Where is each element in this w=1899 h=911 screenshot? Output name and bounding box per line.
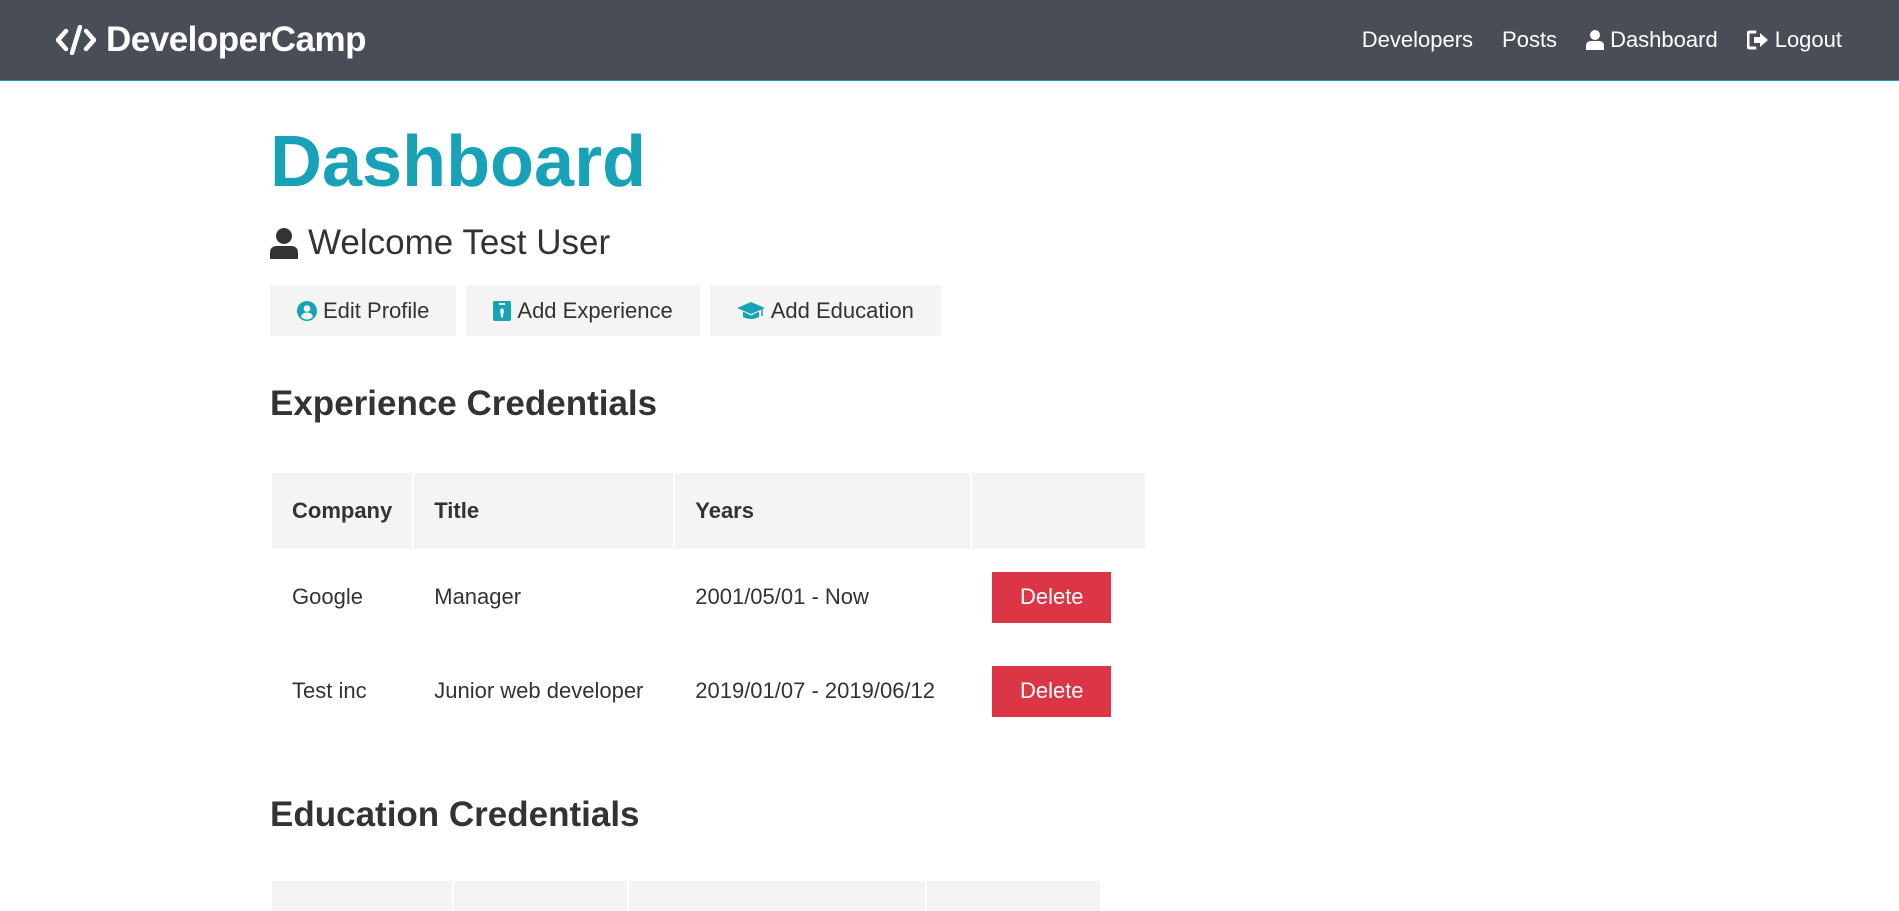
cell-title: Manager: [434, 584, 522, 609]
cell-company: Google: [292, 584, 363, 609]
brand-name: DeveloperCamp: [106, 20, 366, 59]
cell-action: Delete: [972, 645, 1145, 737]
column-header-title: Title: [414, 473, 674, 549]
user-icon: [1586, 30, 1605, 50]
welcome-message: Welcome Test User: [270, 223, 1470, 263]
code-icon: [56, 25, 96, 55]
column-header-years: Years: [675, 473, 971, 549]
nav-link-label: Developers: [1361, 27, 1474, 52]
button-label: Edit Profile: [323, 297, 430, 323]
nav-link-developers[interactable]: Developers: [1362, 27, 1473, 53]
nav-link-label: Posts: [1502, 27, 1558, 52]
table-row: Test inc Junior web developer 2019/01/07…: [272, 645, 1145, 737]
dashboard-actions: Edit Profile Add Experience Add Educatio…: [270, 285, 1470, 336]
column-header-company: Company: [272, 473, 413, 549]
cell-years: 2001/05/01 - Now: [695, 584, 869, 609]
nav-link-label: Dashboard: [1610, 27, 1718, 52]
experience-table: Company Title Years Google Manager 2001/…: [270, 471, 1147, 739]
page-title: Dashboard: [270, 122, 647, 202]
sign-out-icon: [1746, 30, 1769, 50]
delete-button[interactable]: Delete: [992, 665, 1112, 717]
education-table: [272, 881, 1470, 911]
table-row: Google Manager 2001/05/01 - Now Delete: [272, 551, 1145, 643]
cell-title: Junior web developer: [434, 678, 644, 703]
cell-years: 2019/01/07 - 2019/06/12: [695, 678, 936, 703]
column-header-cell: [629, 881, 925, 911]
edit-profile-button[interactable]: Edit Profile: [270, 285, 457, 336]
button-label: Add Experience: [517, 297, 673, 323]
navbar: DeveloperCamp Developers Posts Dashboard: [0, 0, 1899, 81]
graduation-cap-icon: [736, 301, 765, 321]
cell-action: Delete: [972, 551, 1145, 643]
column-header-actions: [972, 473, 1146, 549]
user-icon: [270, 227, 298, 259]
add-education-button[interactable]: Add Education: [709, 285, 941, 336]
table-header-row: Company Title Years: [272, 473, 1146, 549]
nav-links: Developers Posts Dashboard Logout: [1362, 27, 1842, 53]
welcome-text: Welcome Test User: [308, 223, 611, 262]
brand-link[interactable]: DeveloperCamp: [56, 20, 366, 60]
column-header-cell: [454, 881, 627, 911]
nav-link-logout[interactable]: Logout: [1746, 27, 1842, 53]
column-header-cell: [272, 881, 452, 911]
id-badge-icon: [493, 300, 512, 321]
nav-link-label: Logout: [1774, 27, 1842, 52]
main-content: Dashboard Welcome Test User Edit Profile: [270, 81, 1470, 911]
column-header-cell: [927, 881, 1100, 911]
cell-company: Test inc: [292, 678, 367, 703]
experience-heading: Experience Credentials: [270, 384, 658, 423]
nav-link-dashboard[interactable]: Dashboard: [1586, 27, 1718, 53]
education-heading: Education Credentials: [270, 795, 640, 834]
user-circle-icon: [297, 300, 317, 321]
button-label: Add Education: [770, 297, 914, 323]
delete-button[interactable]: Delete: [992, 571, 1112, 623]
add-experience-button[interactable]: Add Experience: [466, 285, 700, 336]
nav-link-posts[interactable]: Posts: [1502, 27, 1557, 53]
